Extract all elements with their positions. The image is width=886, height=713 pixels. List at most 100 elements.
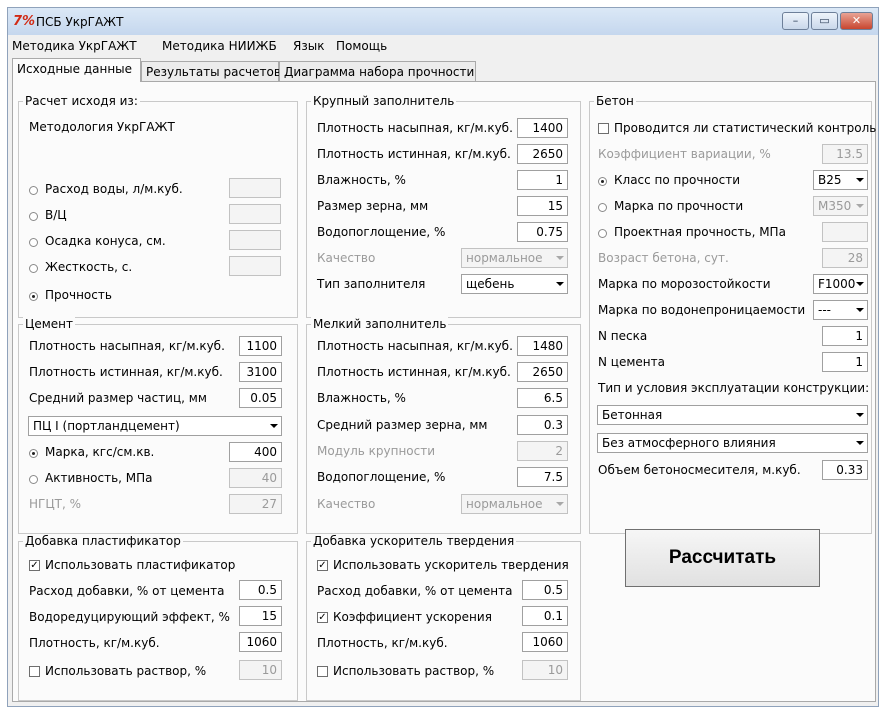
cement-group: Цемент Плотность насыпная, кг/м.куб. 110… [18, 317, 298, 534]
tab-input-data[interactable]: Исходные данные [12, 58, 141, 82]
cement-n-input[interactable]: 1 [822, 352, 868, 372]
fine-quality-select[interactable]: нормальное [461, 494, 568, 514]
cement-bulk-density-input[interactable]: 1100 [239, 336, 282, 356]
accelerator-solution-checkbox[interactable] [317, 666, 328, 677]
chevron-down-icon [856, 441, 864, 445]
menu-ukrgazht[interactable]: Методика УкрГАЖТ [12, 39, 137, 53]
activity-input[interactable]: 40 [229, 468, 282, 488]
coarse-type-select[interactable]: щебень [461, 274, 568, 294]
coarse-title: Крупный заполнитель [311, 94, 457, 108]
stat-control-checkbox[interactable] [598, 123, 609, 134]
activity-radio[interactable] [29, 475, 38, 484]
water-resistance-select[interactable]: --- [813, 300, 868, 320]
window-title: ПСБ УкрГАЖТ [36, 15, 124, 29]
sand-n-input[interactable]: 1 [822, 326, 868, 346]
grade-input[interactable]: 400 [229, 442, 282, 462]
chevron-down-icon [270, 424, 278, 428]
water-radio[interactable] [29, 186, 38, 195]
age-label: Возраст бетона, сут. [598, 251, 729, 265]
calculate-button[interactable]: Рассчитать [625, 529, 820, 587]
class-value: B25 [818, 173, 842, 187]
fine-absorption-label: Водопоглощение, % [317, 470, 446, 484]
fine-moisture-input[interactable]: 6.5 [517, 388, 568, 408]
mark-radio[interactable] [598, 203, 607, 212]
plasticizer-effect-input[interactable]: 15 [239, 606, 282, 626]
coarse-absorption-input[interactable]: 0.75 [517, 222, 568, 242]
grade-radio[interactable] [29, 449, 38, 458]
concrete-group: Бетон Проводится ли статистический контр… [589, 94, 876, 534]
frost-select[interactable]: F1000 [813, 274, 868, 294]
stiffness-label: Жесткость, с. [45, 260, 133, 274]
age-input[interactable]: 28 [822, 248, 868, 268]
accelerator-coef-checkbox[interactable]: ✓ [317, 612, 328, 623]
tab-results[interactable]: Результаты расчетов [141, 61, 281, 81]
stiffness-radio[interactable] [29, 264, 38, 273]
fine-grain-input[interactable]: 0.3 [517, 415, 568, 435]
plasticizer-density-input[interactable]: 1060 [239, 632, 282, 652]
coarse-moisture-label: Влажность, % [317, 173, 406, 187]
menu-help[interactable]: Помощь [336, 39, 387, 53]
variation-input[interactable]: 13.5 [822, 144, 868, 164]
exploitation-label: Тип и условия эксплуатации конструкции: [598, 381, 870, 395]
accelerator-solution-input[interactable]: 10 [522, 660, 568, 680]
water-resistance-value: --- [818, 303, 831, 317]
plasticizer-dose-input[interactable]: 0.5 [239, 580, 282, 600]
ngct-input[interactable]: 27 [229, 494, 282, 514]
coarse-type-value: щебень [466, 277, 515, 291]
design-input[interactable] [822, 222, 868, 242]
structure-type-select[interactable]: Бетонная [597, 405, 868, 425]
atmosphere-select[interactable]: Без атмосферного влияния [597, 433, 868, 453]
menu-language[interactable]: Язык [293, 39, 324, 53]
particle-size-label: Средний размер частиц, мм [29, 391, 207, 405]
fine-bulk-density-label: Плотность насыпная, кг/м.куб. [317, 339, 513, 353]
plasticizer-solution-input[interactable]: 10 [239, 660, 282, 680]
strength-radio[interactable] [29, 292, 38, 301]
menu-niizhb[interactable]: Методика НИИЖБ [162, 39, 277, 53]
accelerator-coef-input[interactable]: 0.1 [522, 606, 568, 626]
fine-modulus-input[interactable]: 2 [517, 441, 568, 461]
chevron-down-icon [856, 282, 864, 286]
class-radio[interactable] [598, 177, 607, 186]
accelerator-dose-input[interactable]: 0.5 [522, 580, 568, 600]
particle-size-input[interactable]: 0.05 [239, 388, 282, 408]
plasticizer-solution-label: Использовать раствор, % [45, 664, 207, 678]
plasticizer-checkbox[interactable]: ✓ [29, 560, 40, 571]
minimize-button[interactable]: – [782, 12, 809, 30]
coarse-grain-label: Размер зерна, мм [317, 199, 429, 213]
mixer-input[interactable]: 0.33 [822, 460, 868, 480]
atmosphere-value: Без атмосферного влияния [602, 436, 776, 450]
class-select[interactable]: B25 [813, 170, 868, 190]
coarse-moisture-input[interactable]: 1 [517, 170, 568, 190]
cement-true-density-input[interactable]: 3100 [239, 362, 282, 382]
plasticizer-use-label: Использовать пластификатор [45, 558, 236, 572]
stat-control-label: Проводится ли статистический контроль [614, 121, 877, 135]
slump-radio[interactable] [29, 238, 38, 247]
mark-select[interactable]: M350 [813, 196, 868, 216]
accelerator-checkbox[interactable]: ✓ [317, 560, 328, 571]
fine-absorption-input[interactable]: 7.5 [517, 467, 568, 487]
close-button[interactable]: ✕ [840, 12, 873, 30]
coarse-bulk-density-input[interactable]: 1400 [517, 118, 568, 138]
coarse-bulk-density-label: Плотность насыпная, кг/м.куб. [317, 121, 513, 135]
coarse-true-density-label: Плотность истинная, кг/м.куб. [317, 147, 511, 161]
coarse-quality-select[interactable]: нормальное [461, 248, 568, 268]
wc-radio[interactable] [29, 212, 38, 221]
tab-strength-diagram[interactable]: Диаграмма набора прочности [279, 61, 476, 81]
fine-bulk-density-input[interactable]: 1480 [517, 336, 568, 356]
stiffness-input[interactable] [229, 256, 281, 276]
water-input[interactable] [229, 178, 281, 198]
wc-input[interactable] [229, 204, 281, 224]
chevron-down-icon [856, 178, 864, 182]
maximize-button[interactable]: ▭ [811, 12, 838, 30]
design-radio[interactable] [598, 229, 607, 238]
accelerator-density-input[interactable]: 1060 [522, 632, 568, 652]
accelerator-solution-label: Использовать раствор, % [333, 664, 495, 678]
slump-input[interactable] [229, 230, 281, 250]
plasticizer-solution-checkbox[interactable] [29, 666, 40, 677]
coarse-grain-input[interactable]: 15 [517, 196, 568, 216]
mixer-label: Объем бетоносмесителя, м.куб. [598, 463, 801, 477]
fine-true-density-input[interactable]: 2650 [517, 362, 568, 382]
coarse-quality-value: нормальное [466, 251, 543, 265]
coarse-true-density-input[interactable]: 2650 [517, 144, 568, 164]
cement-type-select[interactable]: ПЦ I (портландцемент) [28, 416, 282, 436]
